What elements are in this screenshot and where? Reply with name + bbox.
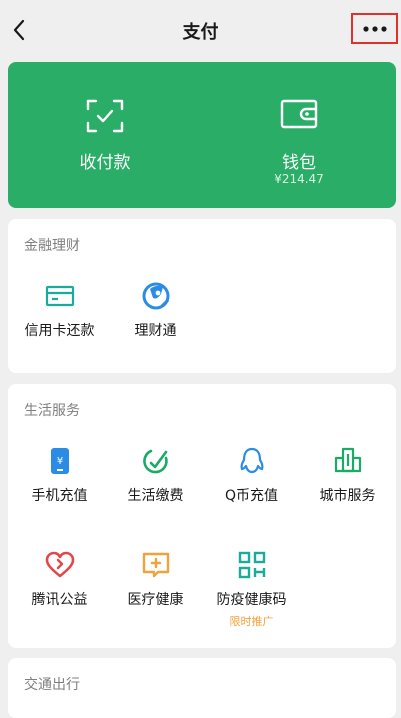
item-label: 信用卡还款 — [24, 323, 95, 339]
receive-pay-label: 收付款 — [79, 153, 131, 173]
item-label: 防疫健康码 — [216, 592, 287, 608]
utility-bill-item[interactable]: 生活缴费 — [107, 446, 204, 505]
wallet-button[interactable]: 钱包 ¥214.47 — [202, 62, 396, 208]
section-title: 金融理财 — [24, 238, 80, 254]
health-code-item[interactable]: 防疫健康码 限时推广 — [203, 550, 300, 629]
qq-penguin-icon — [240, 447, 263, 474]
more-button[interactable] — [351, 13, 398, 44]
utility-icon — [142, 449, 168, 474]
finance-section: 金融理财 信用卡还款 理财通 — [8, 219, 396, 373]
wealth-icon — [142, 282, 169, 310]
top-bar: 支付 — [0, 0, 401, 58]
item-label: 生活缴费 — [127, 488, 184, 504]
item-label: 城市服务 — [319, 488, 376, 504]
item-label: Q币充值 — [224, 488, 279, 504]
transport-section: 交通出行 — [8, 658, 396, 718]
charity-heart-icon — [45, 551, 74, 578]
phone-topup-icon: ¥ — [50, 448, 69, 474]
wallet-balance: ¥214.47 — [274, 172, 324, 186]
payment-hero-card: 收付款 钱包 ¥214.47 — [8, 62, 396, 208]
city-building-icon — [334, 447, 361, 473]
scan-check-icon — [86, 99, 124, 133]
medical-health-item[interactable]: 医疗健康 — [107, 550, 204, 609]
medical-plus-icon — [142, 552, 169, 578]
phone-topup-item[interactable]: ¥ 手机充值 — [11, 446, 108, 505]
receive-pay-button[interactable]: 收付款 — [8, 62, 202, 208]
section-title: 生活服务 — [24, 403, 80, 419]
city-services-item[interactable]: 城市服务 — [299, 446, 396, 505]
life-services-section: 生活服务 ¥ 手机充值 生活缴费 Q币充值 城市服务 腾讯公益 医疗健康 防疫健… — [8, 384, 396, 648]
wallet-icon — [280, 99, 318, 129]
credit-card-icon — [45, 285, 74, 307]
more-dots-icon — [362, 25, 387, 32]
q-coin-topup-item[interactable]: Q币充值 — [203, 446, 300, 505]
item-label: 理财通 — [134, 323, 177, 339]
svg-text:¥: ¥ — [56, 456, 62, 467]
item-label: 医疗健康 — [127, 592, 184, 608]
wealth-item[interactable]: 理财通 — [107, 281, 204, 340]
promo-tag: 限时推广 — [229, 615, 274, 628]
item-label: 手机充值 — [31, 488, 88, 504]
credit-card-repay-item[interactable]: 信用卡还款 — [11, 281, 108, 340]
section-title: 交通出行 — [24, 677, 80, 693]
item-label: 腾讯公益 — [31, 592, 88, 608]
charity-item[interactable]: 腾讯公益 — [11, 550, 108, 609]
qr-code-icon — [238, 551, 265, 579]
wallet-label: 钱包 — [282, 153, 316, 173]
page-title: 支付 — [182, 22, 219, 43]
